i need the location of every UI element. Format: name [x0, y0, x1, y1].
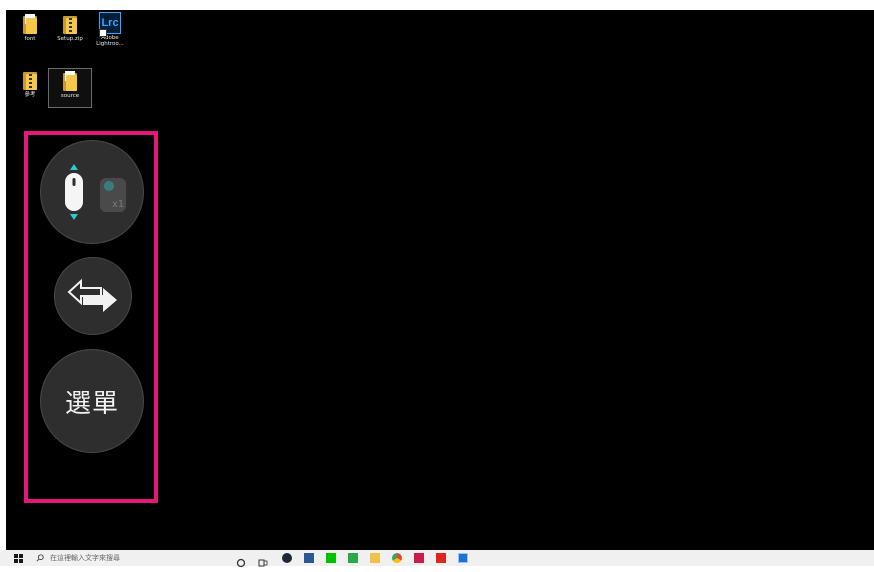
- steam-icon[interactable]: [282, 553, 292, 563]
- shortcut-arrow-icon: [99, 29, 107, 37]
- task-view-icon[interactable]: [258, 553, 268, 567]
- desktop-icon-setup-zip[interactable]: Setup.zip: [50, 14, 90, 42]
- desktop-icon-label: font: [24, 36, 36, 42]
- indesign-icon[interactable]: [414, 553, 424, 563]
- touch-one-finger-icon: x1: [100, 178, 126, 212]
- svg-text:x1: x1: [112, 199, 124, 210]
- file-explorer-pinned-icon[interactable]: [304, 553, 314, 563]
- line-app-icon[interactable]: [326, 553, 336, 563]
- zip-folder-icon: [23, 70, 37, 90]
- desktop-icon-font[interactable]: font: [10, 14, 50, 42]
- chrome-icon[interactable]: [392, 553, 402, 563]
- lightroom-classic-icon: Lrc: [99, 12, 121, 37]
- desktop-icon-reference[interactable]: 參考: [10, 70, 50, 98]
- desktop-icon-source[interactable]: source: [48, 68, 92, 108]
- desktop: font Setup.zip Lrc Adobe Lightroo... 參考 …: [6, 10, 874, 550]
- taskbar: [0, 550, 874, 568]
- switch-direction-button[interactable]: [54, 257, 132, 335]
- desktop-icon-lightroom[interactable]: Lrc Adobe Lightroo...: [90, 12, 130, 47]
- windows-start-icon[interactable]: [14, 554, 23, 563]
- search-input[interactable]: [50, 554, 190, 562]
- menu-button-label: 選單: [64, 388, 119, 419]
- desktop-icon-label: source: [60, 93, 80, 99]
- menu-button[interactable]: 選單: [40, 349, 144, 453]
- acrobat-icon[interactable]: [436, 553, 446, 563]
- taskbar-search[interactable]: [36, 552, 206, 564]
- search-icon: [36, 554, 44, 562]
- mouse-mode-button[interactable]: x1: [40, 140, 144, 244]
- app-blue-icon[interactable]: [458, 553, 468, 563]
- folder-icon[interactable]: [370, 553, 380, 563]
- swap-arrows-icon: [67, 278, 117, 312]
- app-green-icon[interactable]: [348, 553, 358, 563]
- mouse-scroll-icon: x1: [65, 164, 126, 220]
- zip-folder-icon: [63, 14, 77, 34]
- cortana-icon[interactable]: [236, 553, 246, 568]
- floating-control-panel: x1 選單: [24, 131, 158, 503]
- folder-icon: [23, 14, 37, 34]
- folder-icon: [63, 71, 77, 91]
- desktop-icon-label: Setup.zip: [57, 36, 83, 42]
- desktop-icon-label: 參考: [24, 92, 36, 98]
